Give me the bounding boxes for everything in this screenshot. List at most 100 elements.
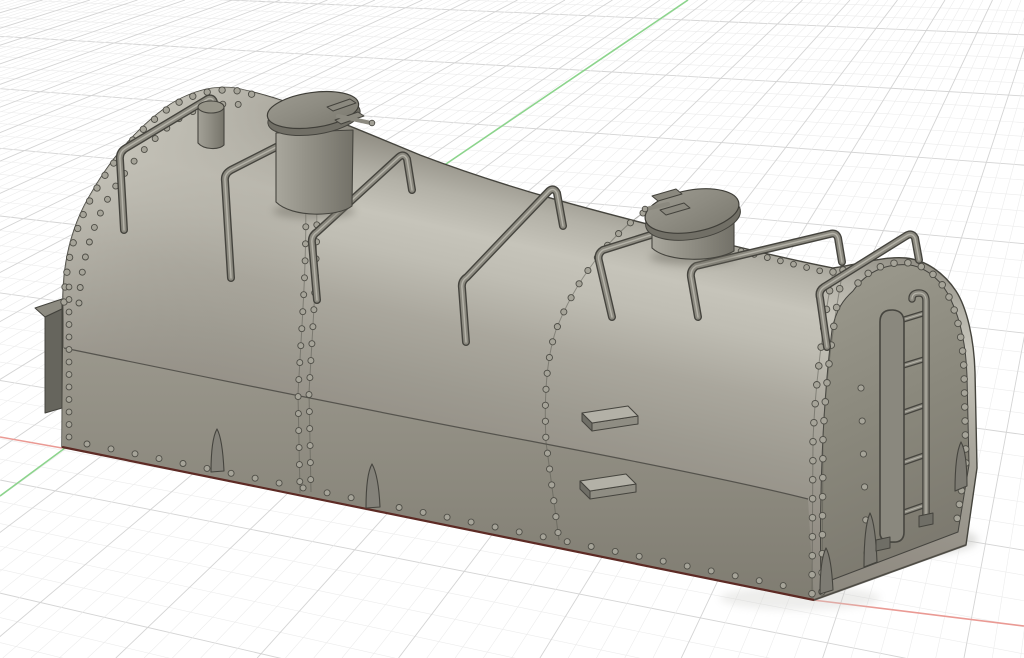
ladder-foot-right[interactable] — [919, 513, 933, 527]
rivet — [555, 529, 561, 535]
rivet — [141, 147, 147, 153]
rivet — [86, 239, 92, 245]
rivet — [811, 419, 818, 426]
rivet — [542, 402, 548, 408]
rivet — [816, 363, 823, 370]
rivet — [516, 529, 522, 535]
rivet — [544, 370, 550, 376]
rivet — [76, 300, 82, 306]
rivet — [132, 451, 138, 457]
rivet — [905, 260, 912, 267]
rivet — [66, 359, 72, 365]
rivet — [295, 411, 301, 417]
rivet — [311, 307, 317, 313]
rivet — [627, 220, 633, 226]
rivet — [296, 428, 302, 434]
rivet — [219, 87, 225, 93]
rivet — [70, 240, 76, 246]
rivet — [956, 501, 963, 508]
left-bracket-plate[interactable] — [45, 309, 62, 413]
dome2-rod-tip[interactable] — [642, 206, 648, 212]
rivet — [306, 392, 312, 398]
rivet — [809, 533, 816, 540]
rivet — [492, 524, 498, 530]
rivet — [820, 436, 827, 443]
rivet — [831, 323, 838, 330]
rivet — [780, 583, 786, 589]
rivet — [66, 284, 72, 290]
rivet — [826, 361, 833, 368]
rivet — [817, 268, 823, 274]
rivet — [111, 160, 117, 166]
rivet — [444, 514, 450, 520]
rivet — [961, 390, 968, 397]
ladder-foot-left[interactable] — [876, 537, 890, 551]
rivet — [66, 409, 72, 415]
rivet — [75, 225, 81, 231]
rivet — [66, 347, 72, 353]
rivet — [301, 292, 307, 298]
rivet — [297, 360, 303, 366]
rivet — [324, 490, 330, 496]
rivet — [812, 400, 819, 407]
rivet — [809, 514, 816, 521]
rivet — [791, 261, 797, 267]
rivet — [303, 224, 309, 230]
rivet — [163, 107, 169, 113]
rivet — [80, 211, 86, 217]
rivet — [228, 470, 234, 476]
rivet — [809, 476, 816, 483]
rivet — [234, 88, 240, 94]
rivet — [307, 460, 313, 466]
rivet — [97, 210, 103, 216]
rivet — [961, 376, 968, 383]
rivet — [79, 269, 85, 275]
rivet — [102, 172, 108, 178]
rivet — [91, 224, 97, 230]
rivet — [946, 294, 953, 301]
rivet — [152, 136, 158, 142]
rivet — [959, 348, 966, 355]
rivet — [960, 362, 967, 369]
rivet — [830, 269, 837, 276]
rivet — [862, 484, 868, 490]
rivet — [66, 397, 72, 403]
dome1-rod-tip[interactable] — [369, 120, 375, 126]
rivet — [764, 255, 770, 261]
rivet — [303, 241, 309, 247]
rivet — [308, 477, 314, 483]
rivet — [309, 341, 315, 347]
rivet — [833, 304, 840, 311]
rivet — [252, 475, 258, 481]
rivet — [307, 443, 313, 449]
rivet — [551, 498, 557, 504]
rivet — [544, 450, 550, 456]
rivet — [858, 385, 864, 391]
rivet — [547, 466, 553, 472]
rivet — [809, 571, 816, 578]
rivet — [708, 568, 714, 574]
ladder-left-stile-loop[interactable] — [880, 310, 904, 542]
rivet — [348, 495, 354, 501]
rivet — [420, 509, 426, 515]
rivet — [248, 91, 254, 97]
rivet — [588, 544, 594, 550]
dome1-drum[interactable] — [276, 130, 353, 214]
rivet — [836, 285, 843, 292]
rivet — [302, 258, 308, 264]
rivet — [180, 461, 186, 467]
rivet — [108, 446, 114, 452]
rivet — [955, 320, 962, 327]
rivet — [612, 548, 618, 554]
rivet — [819, 512, 826, 519]
rivet — [855, 280, 862, 287]
rivet — [131, 158, 137, 164]
rivet — [877, 264, 884, 271]
rivet — [84, 441, 90, 447]
rivet — [156, 456, 162, 462]
cad-viewport[interactable] — [0, 0, 1024, 658]
rivet — [636, 553, 642, 559]
vent-pipe-top[interactable] — [198, 101, 224, 113]
viewport-svg[interactable] — [0, 0, 1024, 658]
rivet — [540, 534, 546, 540]
